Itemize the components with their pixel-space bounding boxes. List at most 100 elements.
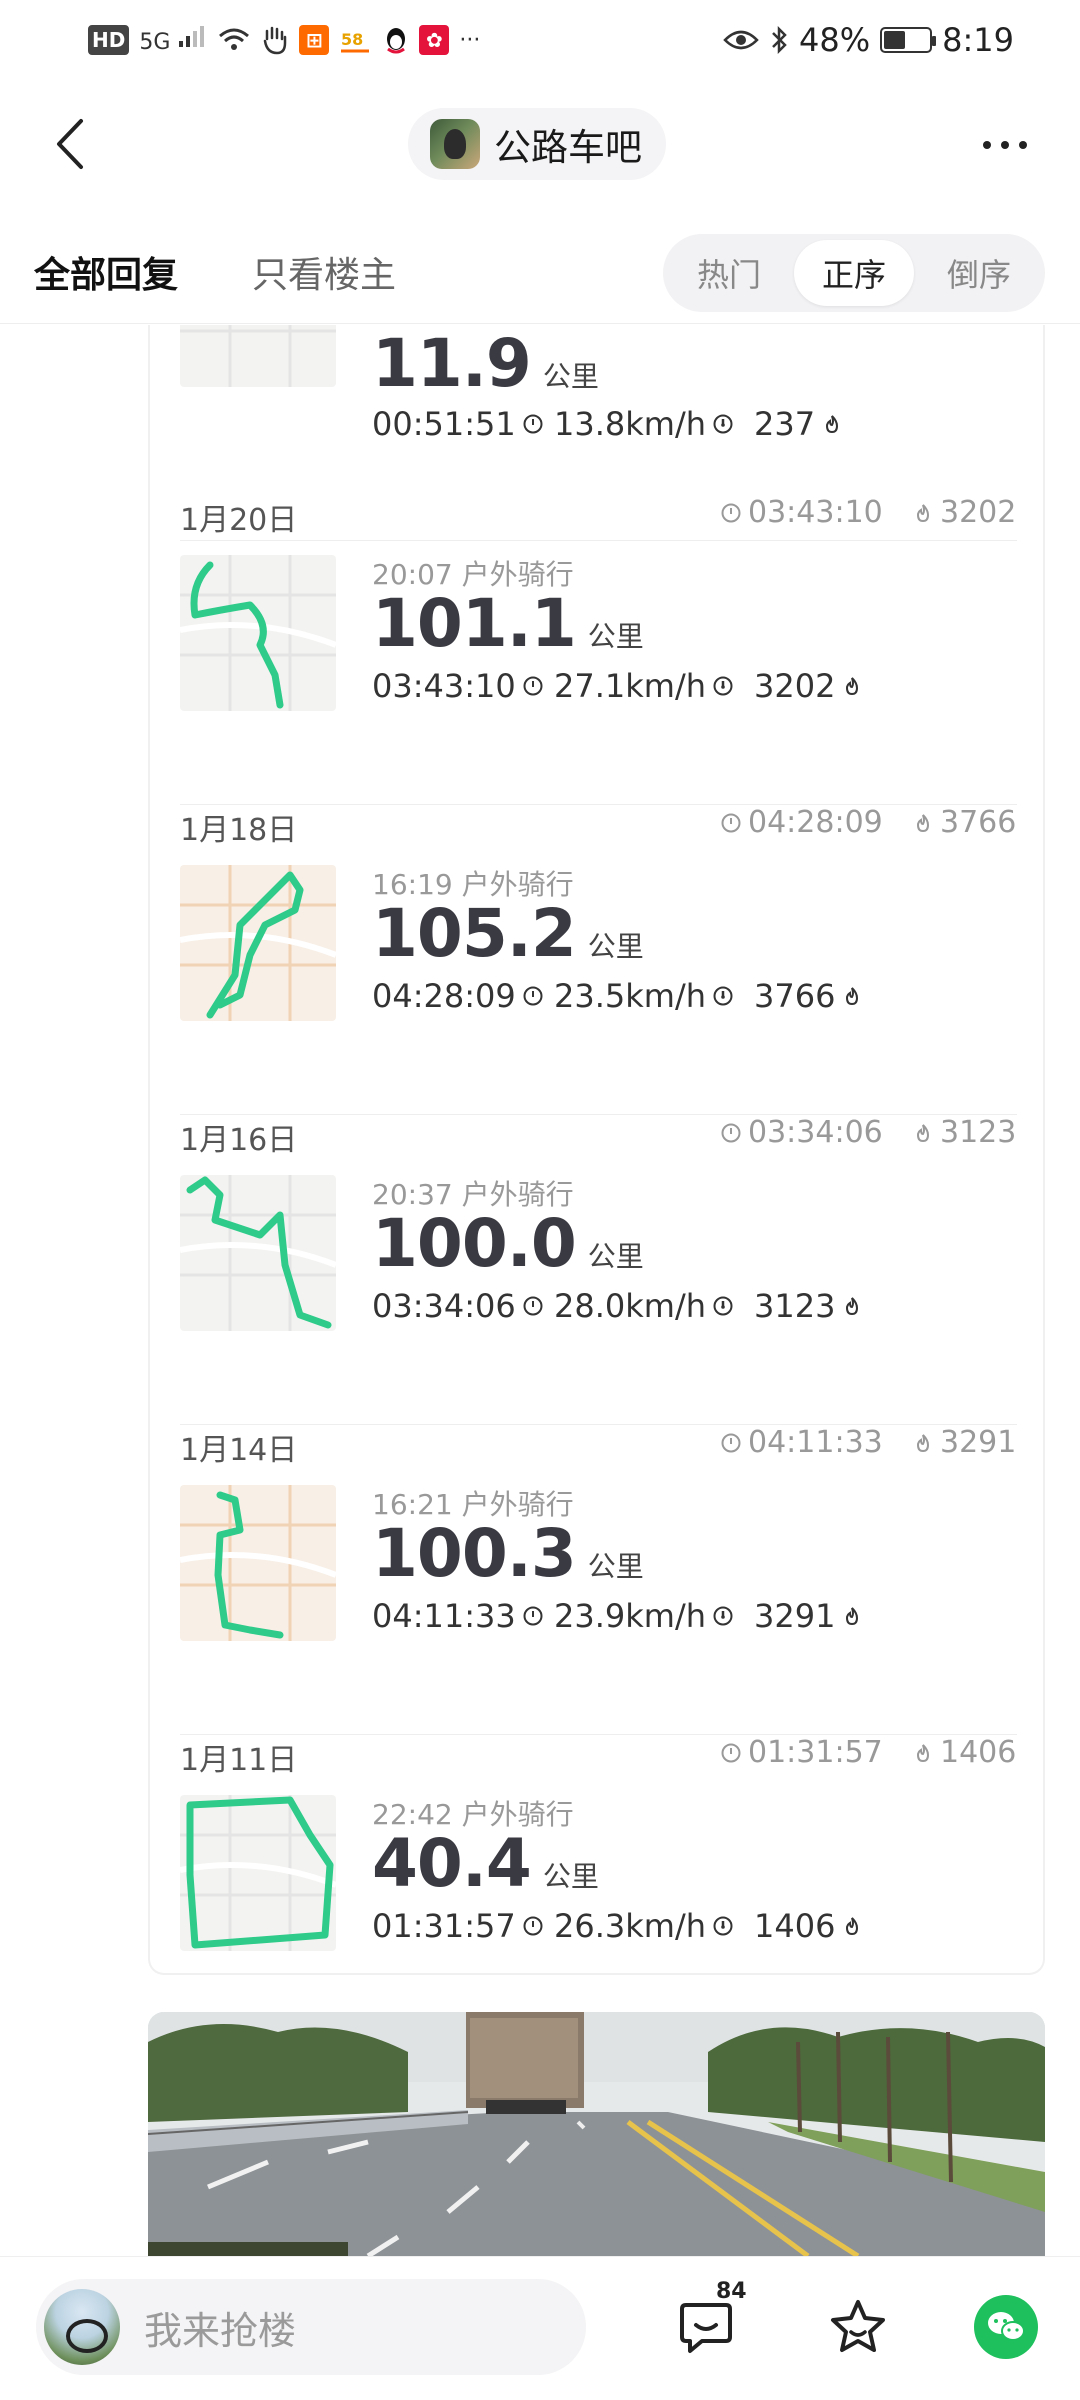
forum-name: 公路车吧 <box>494 126 642 169</box>
bluetooth-icon <box>772 25 787 55</box>
ride-duration-value: 03:34:06 <box>372 1287 516 1325</box>
more-dot <box>1019 141 1027 149</box>
ride-duration-value: 01:31:57 <box>372 1907 516 1945</box>
ride-duration: 01:31:57 <box>372 1907 554 1945</box>
ride-speed: 28.0km/h <box>554 1287 754 1325</box>
ride-records-card: 11.9 公里 00:51:51 13.8km/h 237 1月20日 03:4… <box>148 325 1045 1975</box>
status-bar: HD 5G ⊞ 58 ✿ ··· 48% 8:19 <box>0 0 1080 80</box>
speedometer-icon <box>713 1916 733 1936</box>
route-map-thumbnail <box>180 1175 336 1331</box>
road-photo[interactable] <box>148 2012 1045 2256</box>
ride-stats: 04:11:33 23.9km/h 3291 <box>372 1597 863 1635</box>
hd-icon: HD <box>88 25 130 55</box>
ride-record[interactable]: 1月16日 03:34:06 3123 20:37 户外骑行 100.0 公里 <box>150 1115 1043 1425</box>
route-map-thumbnail <box>180 555 336 711</box>
ride-stats: 03:43:10 27.1km/h 3202 <box>372 667 863 705</box>
ride-record[interactable]: 1月11日 01:31:57 1406 22:42 户外骑行 40.4 公里 0… <box>150 1735 1043 1973</box>
ride-summary-calories: 1406 <box>912 1735 1016 1770</box>
ride-stats: 03:34:06 28.0km/h 3123 <box>372 1287 863 1325</box>
network-type-label: 5G <box>139 30 171 55</box>
speedometer-icon <box>713 1606 733 1626</box>
ride-summary-calories-value: 3766 <box>940 805 1017 840</box>
user-avatar <box>44 2289 120 2365</box>
clock-icon <box>523 1606 543 1626</box>
ride-date: 1月11日 <box>180 1743 298 1778</box>
nav-bar: 公路车吧 <box>0 96 1080 192</box>
ride-summary-calories-value: 3291 <box>940 1425 1017 1460</box>
route-map-image <box>180 865 336 1021</box>
ride-summary-duration: 03:43:10 <box>720 495 883 530</box>
flame-icon <box>916 1433 930 1452</box>
route-map-thumbnail <box>180 865 336 1021</box>
comment-count-badge: 84 <box>716 2279 747 2304</box>
forum-entry-button[interactable]: 公路车吧 <box>408 108 666 180</box>
route-map-thumbnail <box>180 325 336 387</box>
sort-ascending-option[interactable]: 正序 <box>794 240 914 306</box>
more-options-button[interactable] <box>970 120 1040 170</box>
clock-icon <box>523 986 543 1006</box>
ride-duration-value: 03:43:10 <box>372 667 516 705</box>
ride-speed: 26.3km/h <box>554 1907 754 1945</box>
status-bar-right: 48% 8:19 <box>723 21 1014 59</box>
route-map-image <box>180 1175 336 1331</box>
ride-distance: 100.0 公里 <box>372 1205 644 1282</box>
flame-icon <box>846 1917 859 1936</box>
tab-all-replies[interactable]: 全部回复 <box>34 246 178 298</box>
ride-distance-unit: 公里 <box>587 930 644 963</box>
ride-speed: 23.5km/h <box>554 977 754 1015</box>
ride-calories: 3766 <box>754 977 863 1015</box>
ride-distance-value: 100.0 <box>372 1205 577 1282</box>
ride-duration: 00:51:51 <box>372 405 554 443</box>
route-map-thumbnail <box>180 1485 336 1641</box>
tab-owner-only[interactable]: 只看楼主 <box>252 246 396 298</box>
back-button[interactable] <box>40 114 100 174</box>
flame-icon <box>916 1743 930 1762</box>
ride-record[interactable]: 1月20日 03:43:10 3202 20:07 户外骑行 101.1 公里 <box>150 495 1043 805</box>
favorite-button[interactable] <box>820 2289 896 2365</box>
reply-input[interactable]: 我来抢楼 <box>36 2279 586 2375</box>
ride-speed-value: 23.9km/h <box>554 1597 707 1635</box>
ride-calories: 237 <box>754 405 843 443</box>
ride-duration-value: 00:51:51 <box>372 405 516 443</box>
ride-speed-value: 26.3km/h <box>554 1907 707 1945</box>
clock-icon <box>523 1916 543 1936</box>
ride-summary-duration: 04:28:09 <box>720 805 883 840</box>
ride-summary-duration-value: 04:11:33 <box>748 1425 883 1460</box>
forum-avatar <box>430 119 480 169</box>
wechat-icon <box>974 2295 1038 2359</box>
battery-fill <box>884 31 906 49</box>
ride-calories: 3202 <box>754 667 863 705</box>
bottom-bar: 我来抢楼 84 <box>0 2256 1080 2400</box>
sort-hot-option[interactable]: 热门 <box>669 240 789 306</box>
ride-date: 1月18日 <box>180 813 298 848</box>
reply-tabs: 全部回复 只看楼主 热门 正序 倒序 <box>0 220 1080 324</box>
star-icon <box>831 2300 885 2352</box>
app-orange-icon: ⊞ <box>299 25 330 55</box>
clock-icon <box>721 503 741 522</box>
flame-icon <box>916 1123 930 1142</box>
clock-icon <box>721 813 741 832</box>
ride-speed-value: 27.1km/h <box>554 667 707 705</box>
eye-icon <box>723 30 759 50</box>
ride-summary-duration-value: 01:31:57 <box>748 1735 883 1770</box>
flame-icon <box>916 503 930 522</box>
ride-summary-calories-value: 3123 <box>940 1115 1017 1150</box>
ride-summary-duration-value: 03:34:06 <box>748 1115 883 1150</box>
share-wechat-button[interactable] <box>968 2289 1044 2365</box>
ride-date: 1月20日 <box>180 503 298 538</box>
ride-stats: 01:31:57 26.3km/h 1406 <box>372 1907 863 1945</box>
ride-record[interactable]: 1月18日 04:28:09 3766 16:19 户外骑行 105.2 公里 <box>150 805 1043 1115</box>
route-map-image <box>180 325 336 387</box>
sort-descending-option[interactable]: 倒序 <box>919 240 1039 306</box>
ride-record[interactable]: 1月14日 04:11:33 3291 16:21 户外骑行 100.3 公里 <box>150 1425 1043 1735</box>
ride-summary-calories-value: 3202 <box>940 495 1017 530</box>
clock-icon <box>721 1123 741 1142</box>
clock-icon <box>523 414 543 434</box>
qq-penguin-icon <box>387 28 406 54</box>
clock-icon <box>721 1433 741 1452</box>
ride-speed: 13.8km/h <box>554 405 754 443</box>
ride-summary-calories: 3766 <box>912 805 1016 840</box>
chevron-left-icon <box>57 119 83 169</box>
speedometer-icon <box>713 986 733 1006</box>
ride-summary-duration-value: 03:43:10 <box>748 495 883 530</box>
